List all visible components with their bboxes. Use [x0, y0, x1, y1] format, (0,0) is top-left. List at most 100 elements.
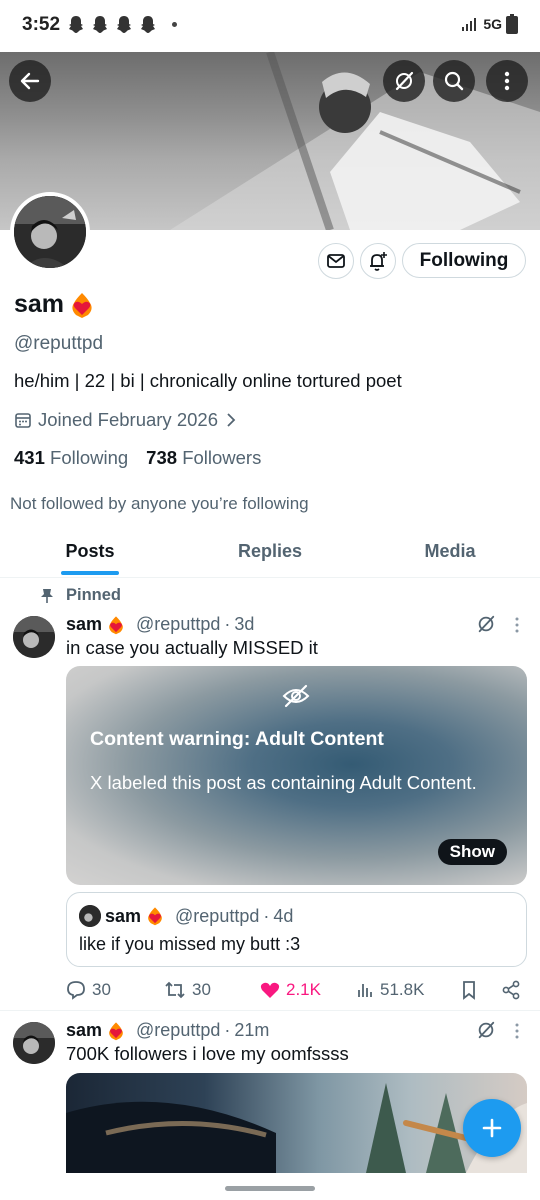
- joined-label: Joined February 2026: [38, 409, 218, 430]
- home-gesture-bar[interactable]: [225, 1186, 315, 1191]
- quoted-post[interactable]: sam @reputtpd · 4d like if you missed my…: [66, 892, 527, 967]
- message-button[interactable]: [318, 243, 354, 279]
- quote-header: sam @reputtpd · 4d: [79, 905, 293, 927]
- grok-post-button[interactable]: [476, 614, 496, 639]
- following-label: Following: [50, 447, 129, 468]
- views-button[interactable]: 51.8K: [356, 980, 461, 1000]
- repost-icon: [165, 981, 185, 999]
- search-button[interactable]: [433, 60, 475, 102]
- arrow-left-icon: [20, 72, 40, 90]
- reply-icon: [67, 981, 85, 1000]
- post-more-button[interactable]: [512, 1022, 522, 1045]
- more-vertical-icon: [515, 617, 519, 633]
- envelope-icon: [327, 254, 345, 268]
- grok-post-button[interactable]: [476, 1020, 496, 1045]
- status-time: 3:52: [22, 14, 61, 35]
- avatar-image: [13, 616, 55, 658]
- quote-text: like if you missed my butt :3: [79, 934, 301, 954]
- post-text: in case you actually MISSED it: [66, 637, 318, 658]
- post-more-button[interactable]: [512, 616, 522, 639]
- profile-avatar[interactable]: [10, 192, 90, 272]
- repost-button[interactable]: 30: [164, 980, 260, 1000]
- grok-icon: [395, 71, 414, 91]
- profile-banner: [0, 52, 540, 230]
- post-divider: [0, 1010, 540, 1011]
- pinned-indicator: Pinned: [40, 586, 121, 605]
- grok-button[interactable]: [383, 60, 425, 102]
- post-avatar[interactable]: [13, 1022, 55, 1064]
- post-header: sam @reputtpd · 3d: [66, 614, 255, 635]
- pinned-label: Pinned: [66, 586, 122, 604]
- joined-date[interactable]: Joined February 2026: [14, 409, 238, 431]
- post-avatar[interactable]: [13, 616, 55, 658]
- following-count: 431: [14, 447, 45, 468]
- view-count: 51.8K: [380, 980, 425, 999]
- quote-handle: @reputtpd: [175, 905, 260, 926]
- heart-on-fire-icon: [109, 1021, 123, 1040]
- content-warning-text: X labeled this post as containing Adult …: [90, 772, 477, 793]
- heart-on-fire-icon: [72, 292, 92, 318]
- post-actions: 30 30 2.1K 51.8K: [66, 980, 526, 1000]
- post-media[interactable]: [66, 1073, 527, 1173]
- repost-count: 30: [192, 980, 211, 999]
- more-notifications-dot: [172, 22, 177, 27]
- heart-filled-icon: [260, 982, 280, 998]
- reply-button[interactable]: 30: [66, 980, 164, 1000]
- follow-counts: 431 Following 738 Followers: [14, 447, 261, 469]
- back-button[interactable]: [9, 60, 51, 102]
- following-button[interactable]: Following: [402, 243, 526, 278]
- status-right: 5G: [461, 14, 518, 34]
- notification-icons: [66, 14, 158, 36]
- content-warning-media[interactable]: Content warning: Adult Content X labeled…: [66, 666, 527, 885]
- media-image: [66, 1083, 527, 1173]
- post-handle: @reputtpd: [136, 1020, 221, 1040]
- show-button[interactable]: Show: [437, 839, 507, 865]
- avatar-image: [13, 1022, 55, 1064]
- snapchat-icon: [90, 14, 110, 36]
- profile-tabs: Posts Replies Media: [0, 528, 540, 578]
- bookmark-button[interactable]: [461, 980, 501, 1000]
- snapchat-icon: [138, 14, 158, 36]
- post-handle: @reputtpd: [136, 614, 221, 634]
- display-name: sam: [14, 290, 65, 318]
- calendar-icon: [15, 413, 31, 428]
- signal-icon: [462, 18, 477, 31]
- quote-author: sam: [105, 905, 142, 926]
- post-time: 21m: [234, 1020, 270, 1040]
- profile-name: sam: [14, 290, 96, 319]
- mutuals-note: Not followed by anyone you’re following: [10, 494, 309, 513]
- content-warning-title: Content warning: Adult Content: [90, 728, 384, 750]
- pin-icon: [41, 588, 53, 603]
- share-button[interactable]: [501, 980, 521, 1000]
- post-author[interactable]: sam: [66, 614, 102, 635]
- compose-button[interactable]: [463, 1099, 521, 1157]
- share-icon: [502, 980, 520, 1000]
- post-time: 3d: [234, 614, 255, 634]
- chevron-right-icon: [227, 413, 236, 427]
- heart-on-fire-icon: [109, 615, 123, 634]
- tab-media[interactable]: Media: [360, 528, 540, 577]
- following-link[interactable]: 431 Following: [14, 447, 128, 469]
- snapchat-icon: [114, 14, 134, 36]
- tab-replies[interactable]: Replies: [180, 528, 360, 577]
- more-options-button[interactable]: [486, 60, 528, 102]
- reply-count: 30: [92, 980, 111, 999]
- bookmark-icon: [463, 981, 475, 1000]
- grok-icon: [478, 615, 495, 633]
- like-button[interactable]: 2.1K: [260, 980, 356, 1000]
- notifications-button[interactable]: [360, 243, 396, 279]
- followers-label: Followers: [182, 447, 262, 468]
- profile-handle: @reputtpd: [14, 333, 104, 354]
- battery-icon: [506, 14, 518, 34]
- eye-slash-icon: [282, 684, 310, 708]
- tab-posts[interactable]: Posts: [0, 528, 180, 577]
- views-icon: [358, 984, 372, 997]
- status-bar: 3:52 5G: [0, 0, 540, 52]
- more-vertical-icon: [504, 71, 510, 91]
- like-count: 2.1K: [286, 980, 321, 999]
- profile-bio: he/him | 22 | bi | chronically online to…: [14, 370, 402, 391]
- followers-link[interactable]: 738 Followers: [146, 447, 261, 469]
- post-author[interactable]: sam: [66, 1020, 102, 1041]
- followers-count: 738: [146, 447, 178, 468]
- grok-icon: [478, 1021, 495, 1039]
